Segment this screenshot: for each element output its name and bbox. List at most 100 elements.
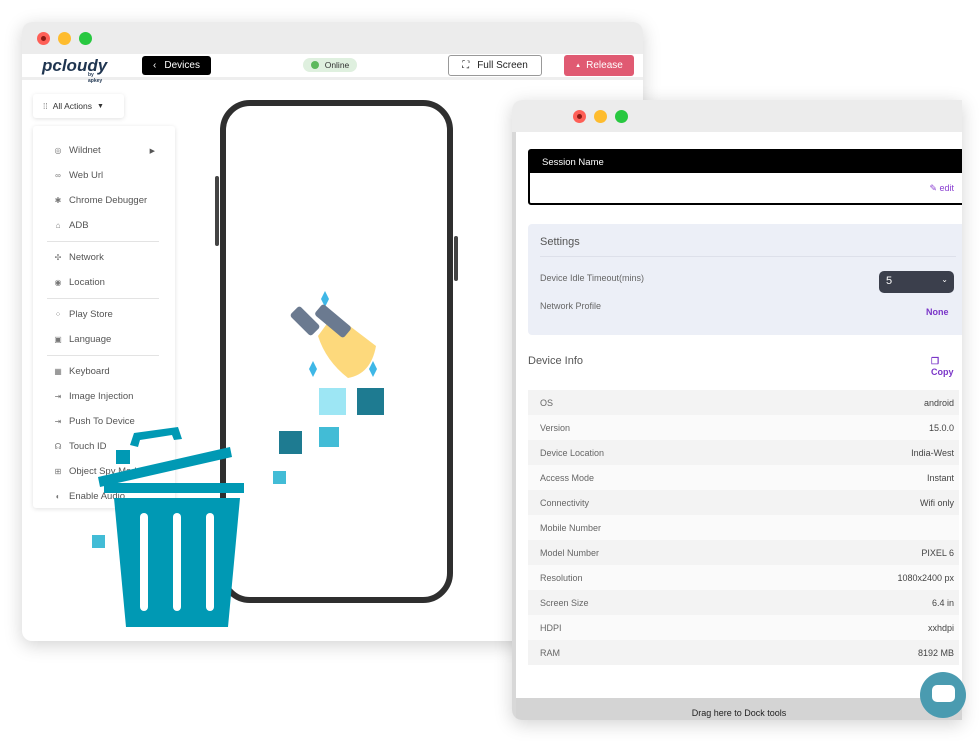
wildnet-icon: ◎ <box>54 146 62 155</box>
maximize-button[interactable] <box>79 32 92 45</box>
full-screen-button[interactable]: ⛶ Full Screen <box>448 55 542 76</box>
push-icon: ⇥ <box>54 417 62 426</box>
copy-button[interactable]: ❐ Copy <box>931 356 962 377</box>
info-key: RAM <box>540 647 560 658</box>
menu-item-label: Language <box>69 334 112 345</box>
copy-label: Copy <box>931 367 954 377</box>
network-profile-label: Network Profile <box>540 301 602 311</box>
settings-panel: Settings Device Idle Timeout(mins) 5 ⌄ Ne… <box>528 224 962 335</box>
pixel-square <box>273 471 286 484</box>
devices-button[interactable]: ‹ Devices <box>142 56 211 75</box>
settings-title: Settings <box>540 236 956 257</box>
status-dot-icon <box>310 61 319 69</box>
release-button[interactable]: ▲ Release <box>564 55 634 76</box>
chat-button[interactable] <box>920 672 966 718</box>
all-actions-label: All Actions <box>52 101 92 111</box>
inject-icon: ⇥ <box>54 392 62 401</box>
edit-icon: ✎ <box>929 183 940 193</box>
copy-icon: ❐ <box>931 356 940 366</box>
menu-item[interactable]: ✱ Chrome Debugger <box>33 188 175 213</box>
device-info-window: Session Name ✎ edit Settings Device Idle… <box>512 100 962 720</box>
info-key: Resolution <box>540 572 583 583</box>
submenu-arrow-icon: ▶ <box>149 147 155 155</box>
link-icon: ∞ <box>55 171 61 180</box>
session-name-box: Session Name ✎ edit <box>528 149 962 205</box>
info-row: Mobile Number <box>528 515 959 540</box>
pixel-square <box>319 427 339 447</box>
menu-item[interactable]: ◉ Location <box>33 270 175 295</box>
info-value: 15.0.0 <box>928 422 954 433</box>
info-key: Mobile Number <box>540 522 602 533</box>
grid-icon: ⁞⁞ <box>43 101 48 111</box>
network-profile-value[interactable]: None <box>926 307 949 317</box>
menu-item[interactable]: ▣ Language <box>33 327 175 352</box>
info-value: 6.4 in <box>931 597 954 608</box>
apps-icon: ⁘ <box>54 310 62 319</box>
edit-label: edit <box>939 183 954 193</box>
info-row: Version 15.0.0 <box>528 415 959 440</box>
close-button[interactable] <box>37 32 50 45</box>
menu-item-label: Network <box>69 252 104 263</box>
menu-item[interactable]: ⁘ Play Store <box>33 302 175 327</box>
menu-item[interactable]: ⌂ ADB <box>33 213 175 238</box>
trash-can-icon <box>92 427 244 627</box>
menu-item[interactable]: ▦ Keyboard <box>33 359 175 384</box>
menu-item[interactable]: ∞ Web Url <box>33 163 175 188</box>
menu-item-label: Keyboard <box>69 366 110 377</box>
menu-item[interactable]: ◎ Wildnet ▶ <box>33 138 175 163</box>
info-key: OS <box>540 397 554 408</box>
status-badge: Online <box>303 58 357 72</box>
info-key: Model Number <box>540 547 600 558</box>
info-row: HDPI xxhdpi <box>528 615 959 640</box>
info-key: Version <box>540 422 571 433</box>
info-row: Model Number PIXEL 6 <box>528 540 959 565</box>
network-icon: ✣ <box>54 253 62 262</box>
pixel-square <box>319 388 346 415</box>
dock-tools-bar[interactable]: Drag here to Dock tools <box>516 698 962 720</box>
menu-divider <box>47 241 159 242</box>
keyboard-icon: ▦ <box>54 367 62 376</box>
info-value: Instant <box>926 472 954 483</box>
object-spy-icon: ⊞ <box>54 467 62 476</box>
idle-timeout-value: 5 <box>886 275 893 287</box>
idle-timeout-label: Device Idle Timeout(mins) <box>540 273 645 283</box>
edit-button[interactable]: ✎ edit <box>929 183 954 194</box>
minimize-button[interactable] <box>58 32 71 45</box>
info-row: Device Location India-West <box>528 440 959 465</box>
info-key: HDPI <box>540 622 562 633</box>
maximize-button[interactable] <box>615 110 628 123</box>
info-value: Wifi only <box>919 497 954 508</box>
toolbar: pcloudy by apkey ‹ Devices Online ⛶ Full Sc… <box>22 54 643 84</box>
info-row: Resolution 1080x2400 px <box>528 565 959 590</box>
info-value: 1080x2400 px <box>897 572 954 583</box>
info-row: Screen Size 6.4 in <box>528 590 959 615</box>
release-label: Release <box>586 60 623 71</box>
idle-timeout-select[interactable]: 5 ⌄ <box>879 271 954 293</box>
window-edge <box>512 132 516 720</box>
status-text: Online <box>324 60 350 70</box>
menu-item-label: Location <box>69 277 105 288</box>
bug-icon: ✱ <box>54 196 62 205</box>
info-key: Device Location <box>540 447 605 458</box>
fingerprint-icon: ☊ <box>54 442 62 451</box>
device-info-title: Device Info <box>528 355 584 367</box>
title-bar <box>512 100 962 132</box>
devices-label: Devices <box>164 60 200 71</box>
pixel-square <box>357 388 384 415</box>
language-icon: ▣ <box>54 335 62 344</box>
title-bar <box>22 22 643 54</box>
full-screen-label: Full Screen <box>477 60 528 71</box>
menu-divider <box>47 355 159 356</box>
chevron-left-icon: ‹ <box>153 60 157 71</box>
menu-item[interactable]: ⇥ Image Injection <box>33 384 175 409</box>
location-icon: ◉ <box>54 278 62 287</box>
info-value: India-West <box>911 447 954 458</box>
logo-subtext: by apkey <box>88 72 103 84</box>
info-row: RAM 8192 MB <box>528 640 959 665</box>
menu-item-label: Play Store <box>69 309 113 320</box>
close-button[interactable] <box>573 110 586 123</box>
minimize-button[interactable] <box>594 110 607 123</box>
info-key: Connectivity <box>540 497 590 508</box>
all-actions-dropdown[interactable]: ⁞⁞ All Actions ▼ <box>33 94 124 118</box>
menu-item[interactable]: ✣ Network <box>33 245 175 270</box>
